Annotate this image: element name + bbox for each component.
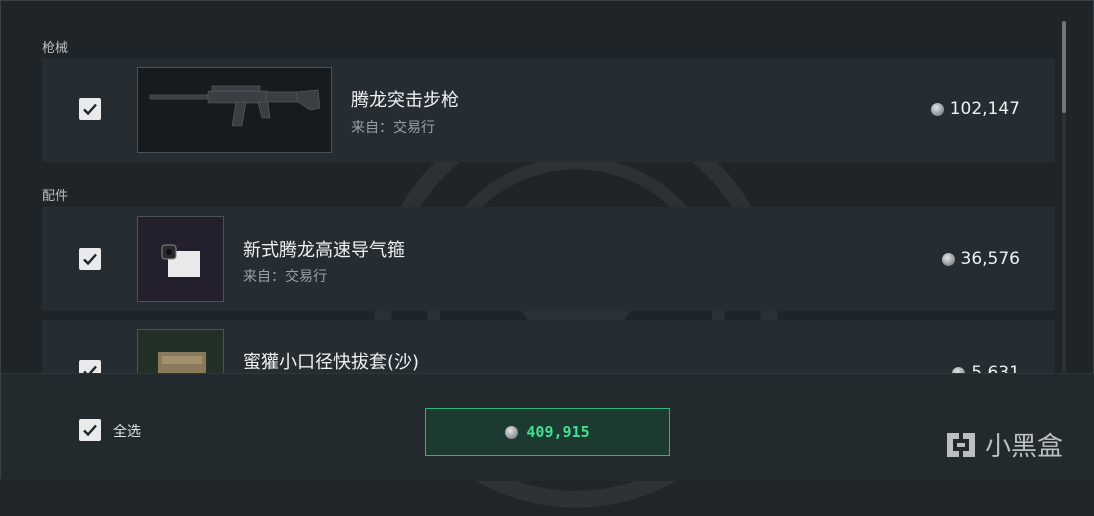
coin-icon xyxy=(930,102,944,116)
item-checkbox[interactable] xyxy=(79,98,101,120)
footer-bar: 全选 409,915 小黑盒 xyxy=(1,373,1094,481)
scrollbar-thumb[interactable] xyxy=(1062,21,1066,113)
item-checkbox[interactable] xyxy=(79,248,101,270)
list-item[interactable]: 新式腾龙高速导气箍 来自：交易行 36,576 xyxy=(42,207,1055,311)
item-source: 来自：交易行 xyxy=(243,269,327,285)
check-icon xyxy=(83,103,97,116)
section-label-parts: 配件 xyxy=(42,189,69,204)
quick-detach-image xyxy=(137,329,224,373)
check-icon xyxy=(83,253,97,266)
item-price: 102,147 xyxy=(930,99,1020,119)
select-all-label[interactable]: 全选 xyxy=(113,421,141,441)
coin-icon xyxy=(505,425,519,439)
heybox-logo-icon xyxy=(946,432,975,457)
coin-icon xyxy=(941,252,955,266)
total-value: 409,915 xyxy=(526,423,590,441)
section-label-guns: 枪械 xyxy=(42,41,69,56)
item-price-value: 102,147 xyxy=(949,99,1020,119)
item-name: 蜜獾小口径快拔套(沙) xyxy=(243,352,420,373)
rifle-image xyxy=(137,67,332,153)
check-icon xyxy=(83,365,97,373)
item-name: 腾龙突击步枪 xyxy=(351,90,459,111)
watermark-text: 小黑盒 xyxy=(984,432,1063,462)
item-name: 新式腾龙高速导气箍 xyxy=(243,240,405,261)
item-price: 36,576 xyxy=(941,249,1020,269)
list-item[interactable]: 蜜獾小口径快拔套(沙) 5,631 xyxy=(42,320,1055,373)
item-price-value: 5,631 xyxy=(971,363,1020,373)
watermark: 小黑盒 xyxy=(943,426,1063,463)
gas-block-image xyxy=(137,216,224,302)
total-purchase-button[interactable]: 409,915 xyxy=(425,408,670,456)
check-icon xyxy=(83,424,97,437)
item-checkbox[interactable] xyxy=(79,360,101,373)
item-price: 5,631 xyxy=(952,363,1020,373)
purchase-list-panel: 枪械 腾龙突击步枪 来自：交易行 102,147 配件 新式腾龙高速导气箍 来自… xyxy=(0,0,1094,508)
item-list[interactable]: 枪械 腾龙突击步枪 来自：交易行 102,147 配件 新式腾龙高速导气箍 来自… xyxy=(1,1,1094,373)
select-all-checkbox[interactable] xyxy=(79,419,101,441)
item-price-value: 36,576 xyxy=(960,249,1020,269)
item-source: 来自：交易行 xyxy=(351,120,435,136)
list-item[interactable]: 腾龙突击步枪 来自：交易行 102,147 xyxy=(42,58,1055,162)
